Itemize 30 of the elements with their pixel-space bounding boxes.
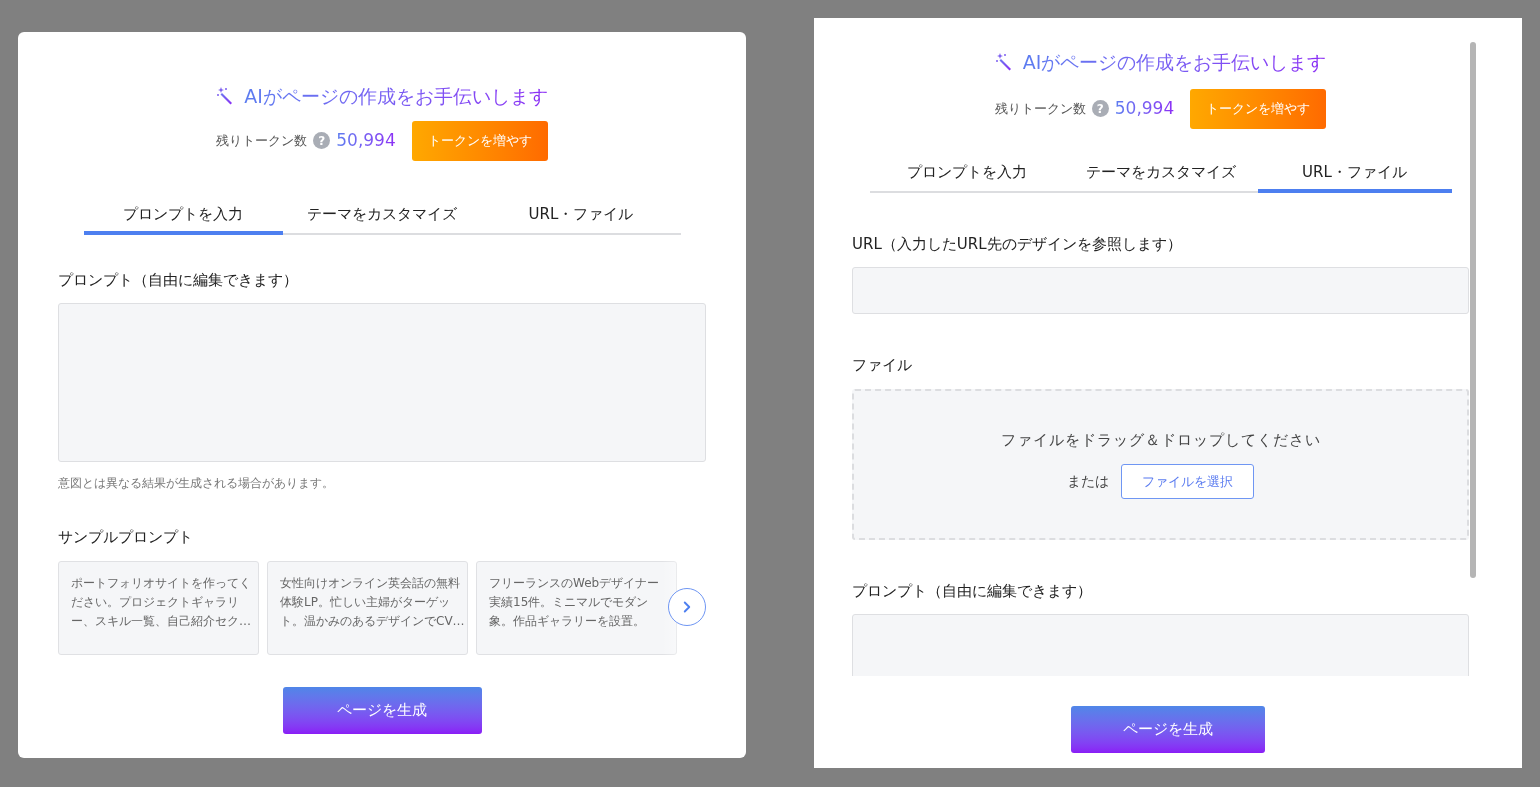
- prompt-field[interactable]: [58, 303, 706, 462]
- next-button[interactable]: [668, 587, 706, 626]
- section-title: サンプルプロンプト: [58, 527, 194, 548]
- sample-prompt-text: 女性向けオンライン英会話の無料 体験LP。忙しい主婦がターゲッ ト。温かみのあるデザインでCV…: [280, 574, 465, 630]
- file-drop-zone[interactable]: ファイルをドラッグ＆ドロップしてください または ファイルを選択: [852, 388, 1469, 540]
- tokens-label: 残りトークン数: [216, 131, 308, 150]
- tab[interactable]: テーマをカスタマイズ: [1063, 156, 1258, 193]
- field-label: プロンプト（自由に編集できます）: [852, 580, 1093, 602]
- tab[interactable]: URL・ファイル: [1257, 156, 1452, 193]
- sample-prompt-card[interactable]: フリーランスのWebデザイナー 実績15件。ミニマルでモダン 象。作品ギャラリーを設置。: [476, 560, 677, 655]
- generate-page-button[interactable]: ページを生成: [282, 686, 482, 734]
- field-label: ファイル: [852, 355, 913, 376]
- tab[interactable]: プロンプトを入力: [83, 198, 283, 235]
- sample-prompt-text: ポートフォリオサイトを作ってく ださい。プロジェクトギャラリ ー、スキル一覧、自己紹介セク…: [71, 574, 251, 630]
- url-field[interactable]: [852, 267, 1469, 314]
- sample-prompt-card[interactable]: 女性向けオンライン英会話の無料 体験LP。忙しい主婦がターゲッ ト。温かみのあるデザインでCV…: [267, 560, 468, 655]
- note-text: 意図とは異なる結果が生成される場合があります。: [58, 475, 335, 492]
- tab[interactable]: URL・ファイル: [481, 198, 681, 235]
- tab[interactable]: テーマをカスタマイズ: [282, 198, 482, 235]
- field-label: プロンプト（自由に編集できます）: [58, 269, 299, 291]
- generate-page-button[interactable]: ページを生成: [1071, 706, 1265, 753]
- scrollbar[interactable]: [1470, 42, 1476, 578]
- sample-prompt-text: フリーランスのWebデザイナー 実績15件。ミニマルでモダン 象。作品ギャラリーを設置。: [489, 574, 660, 630]
- drop-message: ファイルをドラッグ＆ドロップしてください: [1000, 430, 1321, 452]
- sample-prompt-card[interactable]: ポートフォリオサイトを作ってく ださい。プロジェクトギャラリ ー、スキル一覧、自己紹介セク…: [58, 560, 259, 655]
- field-label: URL（入力したURL先のデザインを参照します）: [852, 233, 1183, 255]
- tab[interactable]: プロンプトを入力: [869, 156, 1064, 193]
- or-text: または: [1067, 471, 1109, 491]
- tokens-label: 残りトークン数: [994, 99, 1086, 118]
- select-file-button[interactable]: ファイルを選択: [1121, 463, 1254, 499]
